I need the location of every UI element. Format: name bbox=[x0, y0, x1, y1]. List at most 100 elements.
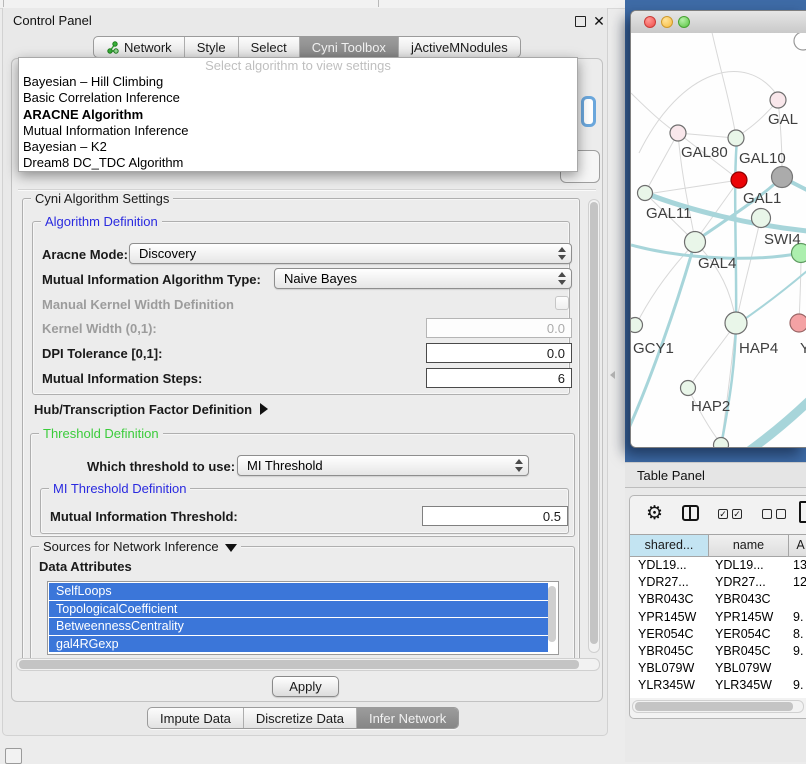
which-threshold-select[interactable]: MI Threshold bbox=[237, 455, 529, 476]
network-edge[interactable] bbox=[639, 72, 777, 153]
table-row[interactable]: YBR045CYBR045C9. bbox=[630, 643, 806, 660]
attribute-item-betweennesscentrality[interactable]: BetweennessCentrality bbox=[49, 618, 548, 635]
table-row[interactable]: YDL19...YDL19...13 bbox=[630, 557, 806, 574]
algorithm-option-basic-correlation-inference[interactable]: Basic Correlation Inference bbox=[19, 90, 577, 106]
tab-network[interactable]: Network bbox=[94, 37, 185, 57]
algorithm-dropdown-popup: Select algorithm to view settings Bayesi… bbox=[18, 57, 578, 172]
algorithm-option-aracne-algorithm[interactable]: ARACNE Algorithm bbox=[19, 107, 577, 123]
table-cell: YBR045C bbox=[630, 643, 709, 660]
hub-section-toggle[interactable]: Hub/Transcription Factor Definition bbox=[34, 402, 268, 417]
scrollbar-thumb[interactable] bbox=[635, 702, 793, 711]
network-node-gal1[interactable] bbox=[731, 172, 747, 188]
network-node-gal[interactable] bbox=[770, 92, 786, 108]
network-node[interactable] bbox=[772, 167, 793, 188]
network-node-swi4[interactable] bbox=[752, 209, 771, 228]
network-node-gal11[interactable] bbox=[638, 186, 653, 201]
close-icon[interactable]: ✕ bbox=[592, 14, 606, 28]
table-row[interactable]: YER054CYER054C8. bbox=[630, 626, 806, 643]
scrollbar-thumb[interactable] bbox=[19, 660, 579, 669]
table-row[interactable]: YDR27...YDR27...12 bbox=[630, 574, 806, 591]
table-row[interactable]: YIL052CYIL052C9. bbox=[630, 695, 806, 699]
network-node[interactable] bbox=[794, 33, 806, 50]
network-edge[interactable] bbox=[695, 242, 736, 321]
apply-button[interactable]: Apply bbox=[272, 676, 339, 697]
network-edge[interactable] bbox=[690, 323, 736, 386]
tab-cyni-toolbox[interactable]: Cyni Toolbox bbox=[300, 37, 399, 57]
mi-type-select[interactable]: Naive Bayes bbox=[274, 268, 572, 289]
tab-infer-network[interactable]: Infer Network bbox=[357, 708, 458, 728]
tab-impute-data[interactable]: Impute Data bbox=[148, 708, 244, 728]
table-row[interactable]: YPR145WYPR145W9. bbox=[630, 609, 806, 626]
data-attributes-list[interactable]: SelfLoopsTopologicalCoefficientBetweenne… bbox=[47, 581, 559, 655]
network-node-hap2[interactable] bbox=[681, 381, 696, 396]
column-header-a[interactable]: A bbox=[789, 535, 806, 556]
network-edge[interactable] bbox=[636, 245, 693, 325]
attribute-item-selfloops[interactable]: SelfLoops bbox=[49, 583, 548, 600]
network-canvas[interactable]: GALGAL80GAL10GAL1GAL11SWI4GAL4GCY1HAP4YH… bbox=[631, 33, 806, 448]
network-node-gal80[interactable] bbox=[670, 125, 686, 141]
scrollbar-thumb[interactable] bbox=[590, 202, 598, 644]
tab-label: Network bbox=[124, 40, 172, 55]
aracne-mode-select[interactable]: Discovery bbox=[129, 243, 572, 264]
tab-discretize-data[interactable]: Discretize Data bbox=[244, 708, 357, 728]
attribute-item-topologicalcoefficient[interactable]: TopologicalCoefficient bbox=[49, 601, 548, 618]
tab-label: Discretize Data bbox=[256, 711, 344, 726]
cyni-mode-tabbar: Impute Data Discretize Data Infer Network bbox=[147, 707, 459, 729]
float-window-icon[interactable] bbox=[573, 14, 587, 28]
table-horizontal-scrollbar[interactable] bbox=[632, 700, 804, 713]
algorithm-option-bayesian-hill-climbing[interactable]: Bayesian – Hill Climbing bbox=[19, 74, 577, 90]
table-row[interactable]: YLR345WYLR345W9. bbox=[630, 677, 806, 694]
sources-group-title[interactable]: Sources for Network Inference bbox=[39, 539, 241, 554]
network-node-gcy1[interactable] bbox=[631, 318, 643, 333]
dpi-tolerance-field[interactable]: 0.0 bbox=[426, 343, 572, 363]
algorithm-option-mutual-information-inference[interactable]: Mutual Information Inference bbox=[19, 123, 577, 139]
minimize-traffic-light-icon[interactable] bbox=[661, 16, 673, 28]
table-header-row: shared...nameA bbox=[630, 534, 806, 557]
tab-style[interactable]: Style bbox=[185, 37, 239, 57]
tab-label: Style bbox=[197, 40, 226, 55]
close-traffic-light-icon[interactable] bbox=[644, 16, 656, 28]
network-node[interactable] bbox=[714, 438, 729, 449]
column-header-shared[interactable]: shared... bbox=[630, 535, 709, 556]
table-row[interactable]: YBL079WYBL079W bbox=[630, 660, 806, 677]
network-edge[interactable] bbox=[646, 133, 678, 191]
mi-threshold-field[interactable]: 0.5 bbox=[422, 506, 568, 526]
sources-title-label: Sources for Network Inference bbox=[43, 539, 219, 554]
table-body: YDL19...YDL19...13YDR27...YDR27...12YBR0… bbox=[630, 557, 806, 698]
network-edge[interactable] bbox=[799, 255, 801, 323]
table-cell: 12 bbox=[789, 574, 806, 591]
network-node-y[interactable] bbox=[790, 314, 806, 332]
deselect-all-columns-icon[interactable] bbox=[762, 509, 786, 519]
gear-icon[interactable]: ⚙ bbox=[646, 502, 663, 525]
network-node-hap4[interactable] bbox=[725, 312, 747, 334]
network-edge[interactable] bbox=[749, 401, 806, 448]
manual-kernel-checkbox[interactable] bbox=[555, 296, 569, 310]
tab-select[interactable]: Select bbox=[239, 37, 300, 57]
screen: { "control_panel": { "title": "Control P… bbox=[0, 0, 806, 762]
export-table-icon[interactable] bbox=[799, 501, 806, 523]
network-edge[interactable] bbox=[736, 221, 760, 323]
network-edge[interactable] bbox=[711, 33, 736, 137]
tab-jactivemnodules[interactable]: jActiveMNodules bbox=[399, 37, 520, 57]
split-columns-icon[interactable] bbox=[682, 505, 699, 521]
network-edge[interactable] bbox=[647, 180, 739, 194]
aracne-mode-label: Aracne Mode: bbox=[42, 247, 128, 262]
kernel-width-label: Kernel Width (0,1): bbox=[42, 321, 157, 336]
network-node-gal4[interactable] bbox=[685, 232, 706, 253]
network-node-gal10[interactable] bbox=[728, 130, 744, 146]
settings-horizontal-scrollbar[interactable] bbox=[16, 658, 600, 671]
splitter-grip[interactable] bbox=[609, 368, 617, 382]
list-scrollbar-thumb[interactable] bbox=[548, 586, 556, 642]
mi-steps-field[interactable]: 6 bbox=[426, 368, 572, 388]
table-row[interactable]: YBR043CYBR043C bbox=[630, 591, 806, 608]
kernel-width-field[interactable]: 0.0 bbox=[426, 318, 572, 338]
zoom-traffic-light-icon[interactable] bbox=[678, 16, 690, 28]
column-header-name[interactable]: name bbox=[709, 535, 789, 556]
settings-vertical-scrollbar[interactable] bbox=[588, 199, 600, 653]
algorithm-option-bayesian-k2[interactable]: Bayesian – K2 bbox=[19, 139, 577, 155]
attribute-item-gal4rgexp[interactable]: gal4RGexp bbox=[49, 636, 548, 653]
network-window-titlebar[interactable] bbox=[631, 11, 806, 34]
select-all-columns-icon[interactable]: ✓✓ bbox=[718, 509, 742, 519]
algorithm-option-dream8-dc-tdc-algorithm[interactable]: Dream8 DC_TDC Algorithm bbox=[19, 155, 577, 171]
network-edge[interactable] bbox=[631, 242, 695, 428]
